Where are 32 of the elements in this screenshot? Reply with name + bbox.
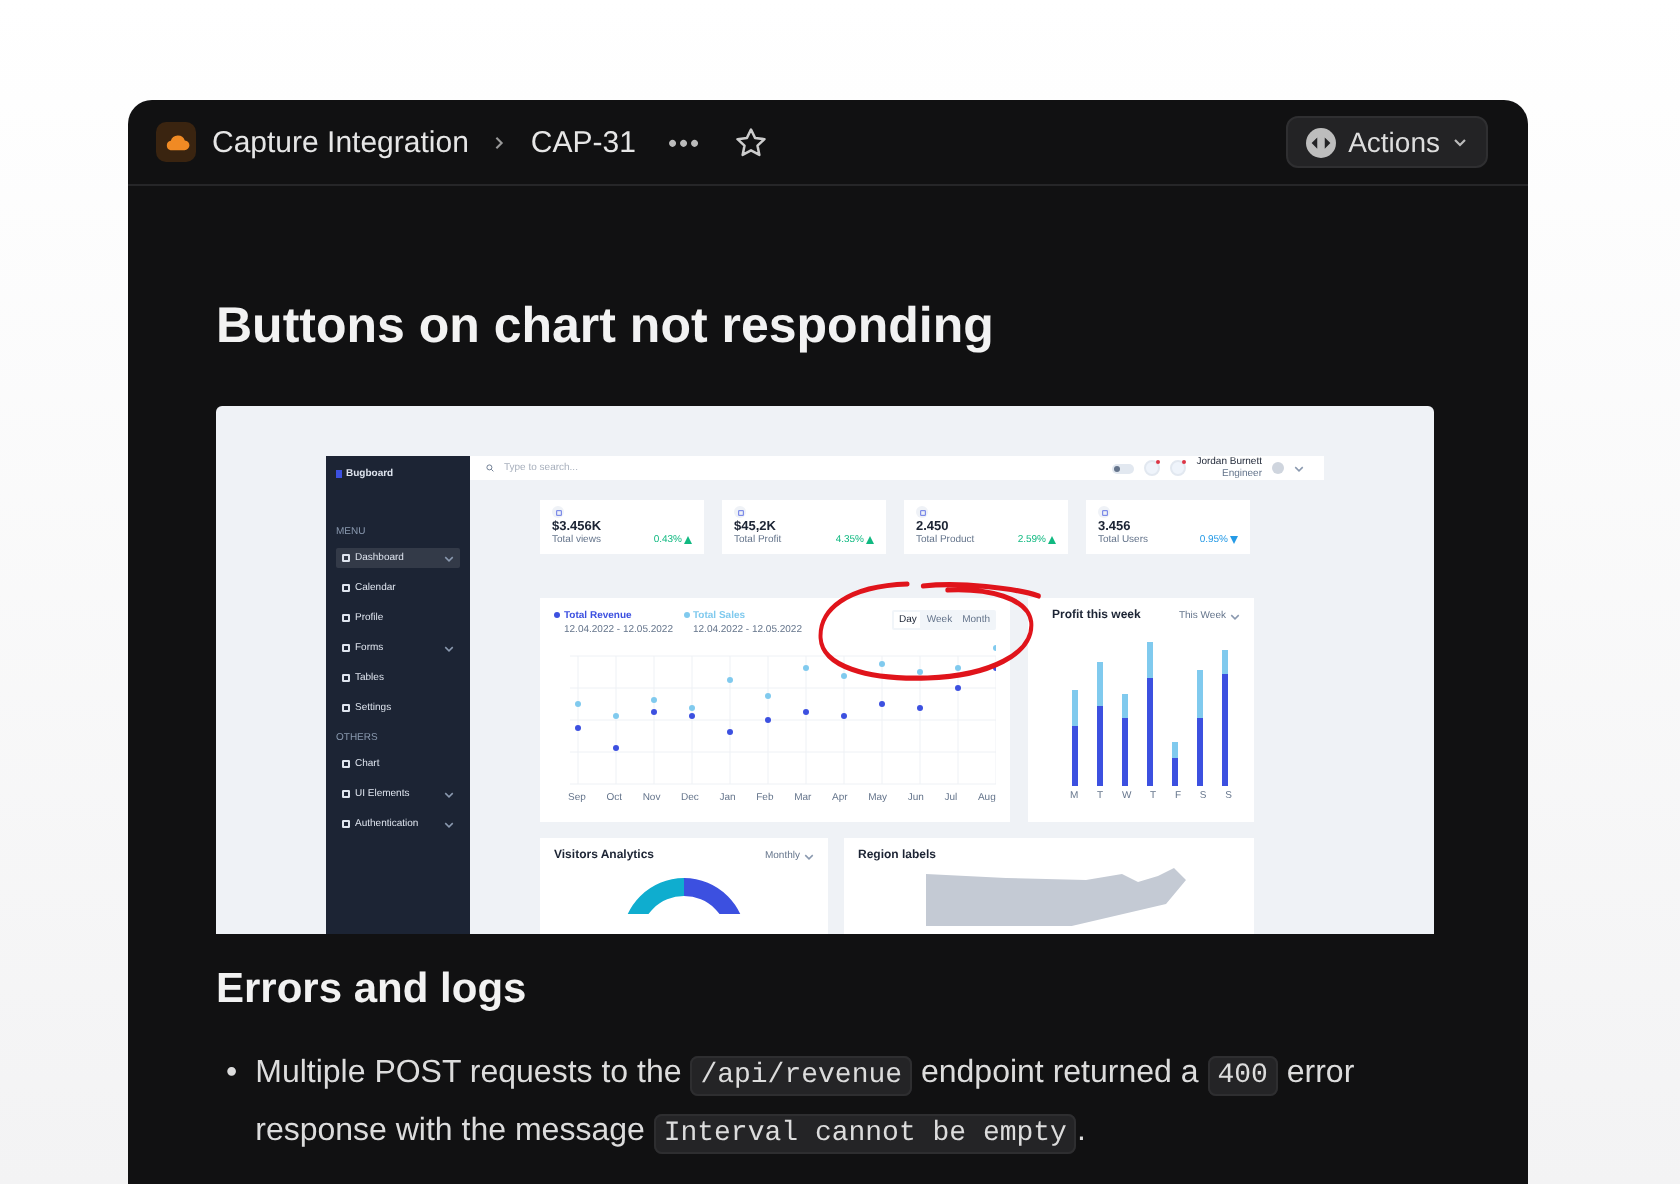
- logo-icon: [336, 470, 342, 478]
- chevron-down-icon: [1230, 611, 1240, 621]
- more-button[interactable]: •••: [667, 127, 702, 157]
- issue-breadcrumb[interactable]: CAP-31: [530, 125, 636, 159]
- actions-button[interactable]: Actions: [1286, 116, 1488, 168]
- round-icon: [552, 506, 564, 518]
- square-icon: [342, 644, 349, 652]
- chevron-down-icon: [804, 851, 814, 861]
- round-icon: [1098, 506, 1110, 518]
- arrows-circle-icon: [1306, 127, 1337, 157]
- search-icon: [486, 464, 494, 472]
- chevron-down-icon: [1452, 134, 1468, 150]
- square-icon: [342, 760, 349, 768]
- square-icon: [342, 790, 349, 798]
- bullet-text: Multiple POST requests to the /api/revenue endpoint returned a 400 error response with the message Interval cannot be empty .: [255, 1054, 1357, 1158]
- star-icon[interactable]: [733, 125, 768, 159]
- square-icon: [342, 584, 349, 592]
- round-icon: [916, 506, 928, 518]
- chevron-down-icon: [1294, 463, 1304, 473]
- issue-title: Buttons on chart not responding: [216, 296, 996, 358]
- round-icon: [734, 506, 746, 518]
- cloud-icon: [156, 122, 196, 162]
- square-icon: [342, 704, 349, 712]
- bullet-marker: •: [224, 1054, 238, 1094]
- chevron-right-icon: [492, 135, 507, 149]
- theme-toggle[interactable]: [1112, 463, 1135, 473]
- square-icon: [342, 674, 349, 682]
- square-icon: [342, 614, 349, 622]
- square-icon: [342, 554, 349, 562]
- section-heading: Errors and logs: [216, 964, 529, 1016]
- square-icon: [342, 820, 349, 828]
- project-breadcrumb[interactable]: Capture Integration: [212, 125, 469, 159]
